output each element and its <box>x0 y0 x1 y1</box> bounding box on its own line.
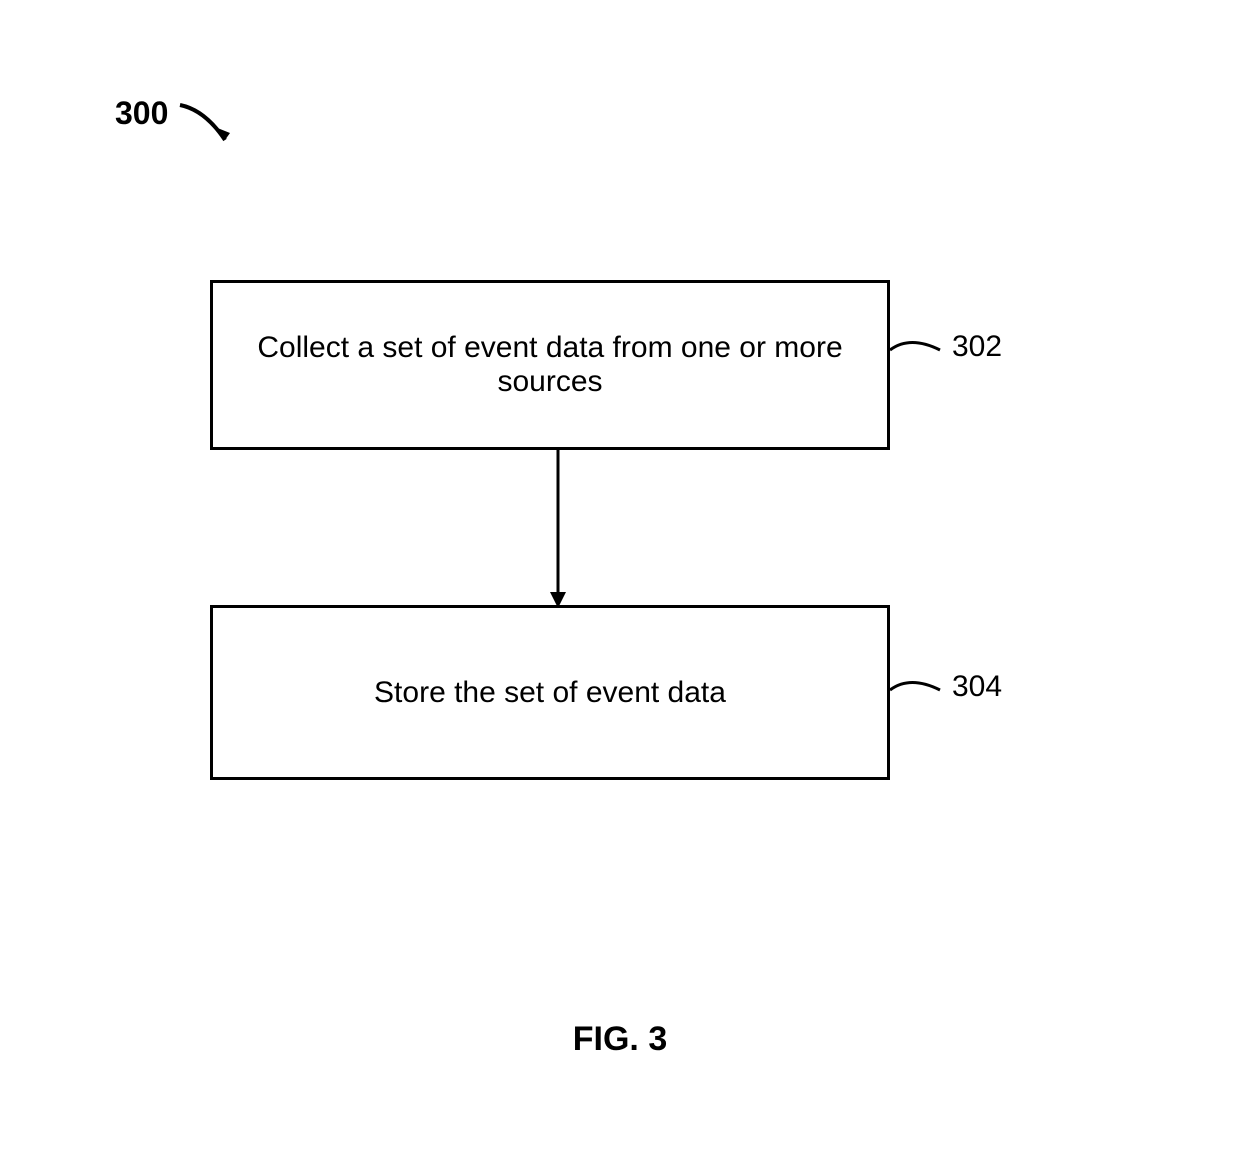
flowchart-step-2: Store the set of event data <box>210 605 890 780</box>
curved-arrow-icon <box>175 95 255 165</box>
connector-curve-1-icon <box>890 330 950 375</box>
flowchart-step-1: Collect a set of event data from one or … <box>210 280 890 450</box>
flowchart-step-2-text: Store the set of event data <box>374 676 726 710</box>
connector-curve-2-icon <box>890 670 950 715</box>
step-1-reference: 302 <box>952 330 1002 364</box>
arrow-down-icon <box>548 450 568 610</box>
step-2-reference: 304 <box>952 670 1002 704</box>
figure-number-label: 300 <box>115 95 168 132</box>
figure-caption: FIG. 3 <box>0 1020 1240 1059</box>
flowchart-step-1-text: Collect a set of event data from one or … <box>253 331 847 399</box>
